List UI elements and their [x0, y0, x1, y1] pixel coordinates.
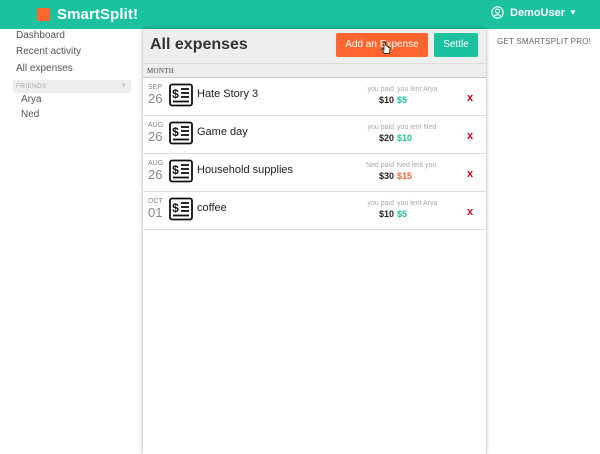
promo-link[interactable]: GET SMARTSPLIT PRO! — [497, 37, 591, 46]
expense-day: 26 — [148, 91, 163, 106]
svg-text:$: $ — [172, 125, 179, 139]
receipt-icon: $ — [169, 197, 193, 221]
paid-label: you paid — [367, 124, 394, 131]
paid-amount: $30 — [378, 171, 394, 181]
svg-text:$: $ — [172, 201, 179, 215]
top-bar: SmartSplit! DemoUser ▼ — [0, 0, 600, 29]
brand[interactable]: SmartSplit! — [37, 6, 138, 23]
sidebar-friend-arya[interactable]: Arya — [21, 94, 42, 105]
lent-label: you lent Arya — [397, 86, 438, 93]
expense-name[interactable]: Game day — [197, 126, 248, 138]
expense-name[interactable]: Household supplies — [197, 164, 293, 176]
receipt-icon: $ — [169, 159, 193, 183]
paid-amount: $10 — [378, 95, 394, 105]
delete-button[interactable]: x — [467, 206, 473, 218]
receipt-icon: $ — [169, 121, 193, 145]
paid-label: you paid — [367, 200, 394, 207]
expense-name[interactable]: Hate Story 3 — [197, 88, 258, 100]
expense-row[interactable]: AUG 26 $ Household supplies Ned paid $30… — [143, 154, 486, 192]
expense-month: AUG — [148, 122, 164, 129]
settle-button[interactable]: Settle — [434, 33, 478, 57]
main-panel: All expenses Add an Expense Settle MONTH… — [143, 29, 486, 454]
user-name: DemoUser — [510, 6, 566, 19]
month-header: MONTH — [143, 64, 486, 78]
friends-header-label: FRIENDS — [16, 83, 47, 90]
user-icon — [491, 6, 504, 19]
lent-label: you lent Arya — [397, 200, 438, 207]
chevron-down-icon: ▼ — [569, 8, 577, 17]
expense-month: SEP — [148, 84, 163, 91]
user-menu[interactable]: DemoUser ▼ — [491, 6, 577, 19]
sidebar-friend-ned[interactable]: Ned — [21, 109, 39, 120]
expense-day: 26 — [148, 129, 163, 144]
sidebar-item-dashboard[interactable]: Dashboard — [16, 30, 65, 41]
paid-label: Ned paid — [365, 162, 394, 169]
paid-amount: $20 — [378, 133, 394, 143]
expense-day: 01 — [148, 205, 163, 220]
expense-month: AUG — [148, 160, 164, 167]
lent-amount: $15 — [397, 171, 413, 181]
lent-amount: $5 — [397, 209, 408, 219]
paid-label: you paid — [367, 86, 394, 93]
svg-text:$: $ — [172, 163, 179, 177]
delete-button[interactable]: x — [467, 168, 473, 180]
expense-row[interactable]: AUG 26 $ Game day you paid $20 you lent … — [143, 116, 486, 154]
svg-text:$: $ — [172, 87, 179, 101]
lent-label: you lent Ned — [397, 124, 437, 131]
lent-label: Ned lent you — [397, 162, 437, 169]
brand-name: SmartSplit! — [57, 6, 139, 23]
logo-icon — [37, 8, 50, 21]
expense-row[interactable]: SEP 26 $ Hate Story 3 you paid $10 you l… — [143, 78, 486, 116]
chevron-down-icon[interactable]: ▼ — [121, 83, 127, 89]
expense-month: OCT — [148, 198, 163, 205]
page-title: All expenses — [150, 36, 248, 53]
lent-amount: $10 — [397, 133, 413, 143]
cursor-icon — [381, 41, 391, 54]
delete-button[interactable]: x — [467, 92, 473, 104]
sidebar-item-recent-activity[interactable]: Recent activity — [16, 46, 81, 57]
delete-button[interactable]: x — [467, 130, 473, 142]
lent-amount: $5 — [397, 95, 408, 105]
main-header: All expenses Add an Expense Settle — [143, 29, 486, 64]
sidebar-item-all-expenses[interactable]: All expenses — [16, 63, 73, 74]
expense-day: 26 — [148, 167, 163, 182]
expense-name[interactable]: coffee — [197, 202, 227, 214]
receipt-icon: $ — [169, 83, 193, 107]
paid-amount: $10 — [378, 209, 394, 219]
friends-header: FRIENDS ▼ — [13, 80, 131, 93]
expense-row[interactable]: OCT 01 $ coffee you paid $10 you lent Ar… — [143, 192, 486, 230]
